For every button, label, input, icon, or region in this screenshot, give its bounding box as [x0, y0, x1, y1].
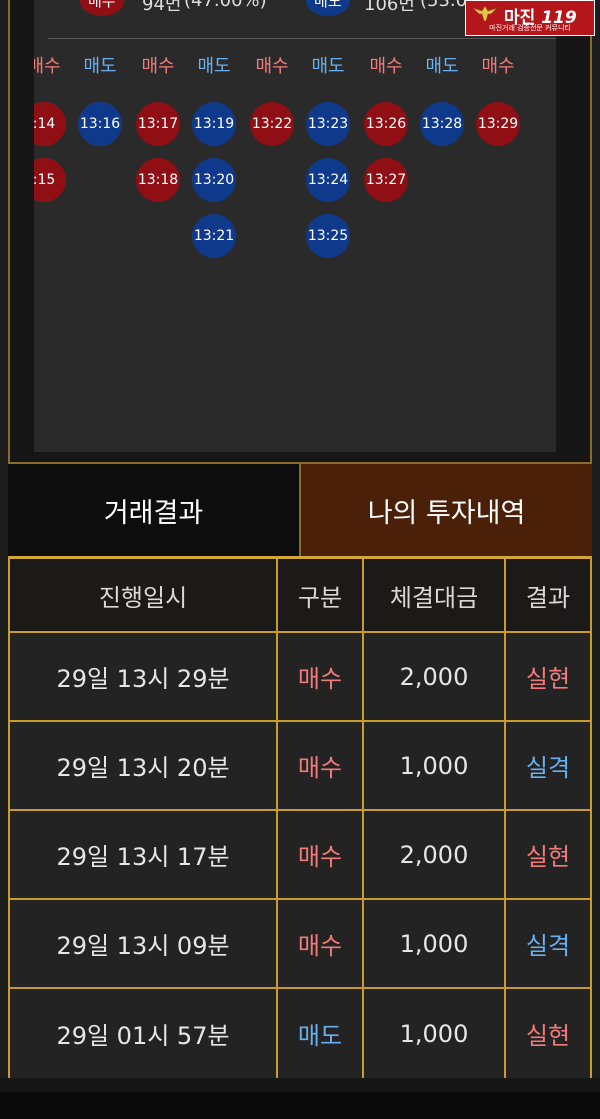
buy-ball: :14	[34, 102, 66, 146]
trade-column: 매수	[34, 56, 74, 78]
tab-my-investments[interactable]: 나의 투자내역	[299, 464, 592, 556]
result-cell: 실격	[525, 754, 571, 782]
column-header: 매도	[311, 56, 345, 77]
investment-table: 진행일시 구분 체결대금 결과 29일 13시 29분 매수 2,000 실현 29일 …	[8, 556, 592, 1080]
amount-cell: 2,000	[364, 633, 506, 720]
column-header: 매수	[34, 56, 61, 77]
logo-subtitle: 마진거래 검증전문 커뮤니티	[489, 24, 571, 32]
type-cell: 매수	[278, 900, 364, 987]
sell-ball: 13:16	[78, 102, 122, 146]
date-cell: 29일 13시 29분	[10, 633, 278, 720]
result-cell: 실격	[525, 932, 571, 960]
header-result: 결과	[525, 583, 571, 612]
table-row[interactable]: 29일 01시 57분 매도 1,000 실현	[10, 989, 590, 1078]
trade-column: 매수	[356, 56, 416, 78]
column-header: 매도	[197, 56, 231, 77]
column-header: 매수	[369, 56, 403, 77]
table-header: 진행일시 구분 체결대금 결과	[10, 559, 590, 633]
amount-cell: 1,000	[364, 900, 506, 987]
amount-cell: 1,000	[364, 722, 506, 809]
table-row[interactable]: 29일 13시 29분 매수 2,000 실현	[10, 633, 590, 722]
sell-ball: 13:24	[306, 158, 350, 202]
buy-ball: 13:17	[136, 102, 180, 146]
trade-column: 매도	[412, 56, 472, 78]
sell-ball: 13:21	[192, 214, 236, 258]
column-header: 매도	[83, 56, 117, 77]
header-type: 구분	[278, 559, 364, 631]
tab-trade-results[interactable]: 거래결과	[8, 464, 299, 556]
buy-ball: 13:27	[364, 158, 408, 202]
date-cell: 29일 13시 20분	[10, 722, 278, 809]
result-cell: 실현	[525, 665, 571, 693]
result-cell: 실현	[525, 1022, 571, 1050]
result-cell: 실현	[525, 843, 571, 871]
sell-ball: 13:25	[306, 214, 350, 258]
sell-ball: 13:19	[192, 102, 236, 146]
sell-summary-count: 106번	[364, 0, 415, 15]
trade-column: 매수	[468, 56, 528, 78]
buy-summary-count: 94번	[142, 0, 182, 15]
sell-ball: 13:20	[192, 158, 236, 202]
type-cell: 매도	[278, 989, 364, 1078]
trade-column: 매수	[242, 56, 302, 78]
trade-column: 매수	[128, 56, 188, 78]
sell-ball: 13:23	[306, 102, 350, 146]
trade-history-panel: 매수 94번 (47.00%) 매도 106번 (53.00%) 매수:14:1…	[8, 0, 592, 462]
trade-column: 매도	[298, 56, 358, 78]
date-cell: 29일 01시 57분	[10, 989, 278, 1078]
summary-divider	[48, 38, 556, 39]
bottom-bar	[0, 1092, 600, 1119]
amount-cell: 1,000	[364, 989, 506, 1078]
header-date: 진행일시	[10, 559, 278, 631]
buy-ball: 13:22	[250, 102, 294, 146]
type-cell: 매수	[278, 722, 364, 809]
buy-ball: :15	[34, 158, 66, 202]
trade-history-board[interactable]: 매수 94번 (47.00%) 매도 106번 (53.00%) 매수:14:1…	[34, 0, 556, 452]
trade-page: 매수 94번 (47.00%) 매도 106번 (53.00%) 매수:14:1…	[0, 0, 600, 1119]
buy-ball: 13:29	[476, 102, 520, 146]
sell-ball: 13:28	[420, 102, 464, 146]
date-cell: 29일 13시 09분	[10, 900, 278, 987]
column-header: 매수	[141, 56, 175, 77]
buy-summary-label: 매수	[88, 0, 116, 10]
table-row[interactable]: 29일 13시 20분 매수 1,000 실격	[10, 722, 590, 811]
column-header: 매도	[425, 56, 459, 77]
buy-ball: 13:26	[364, 102, 408, 146]
trade-column: 매도	[70, 56, 130, 78]
bottom-area	[0, 1078, 600, 1119]
buy-ball: 13:18	[136, 158, 180, 202]
column-header: 매수	[481, 56, 515, 77]
buy-summary-percent: (47.00%)	[184, 0, 267, 11]
column-header: 매수	[255, 56, 289, 77]
amount-cell: 2,000	[364, 811, 506, 898]
table-row[interactable]: 29일 13시 17분 매수 2,000 실현	[10, 811, 590, 900]
table-row[interactable]: 29일 13시 09분 매수 1,000 실격	[10, 900, 590, 989]
tab-bar: 거래결과 나의 투자내역	[8, 462, 592, 556]
date-cell: 29일 13시 17분	[10, 811, 278, 898]
type-cell: 매수	[278, 811, 364, 898]
trade-column: 매도	[184, 56, 244, 78]
site-logo: 마진 119 마진거래 검증전문 커뮤니티	[465, 0, 595, 36]
header-amount: 체결대금	[364, 559, 506, 631]
sell-summary-label: 매도	[314, 0, 342, 10]
eagle-icon	[472, 5, 498, 22]
type-cell: 매수	[278, 633, 364, 720]
